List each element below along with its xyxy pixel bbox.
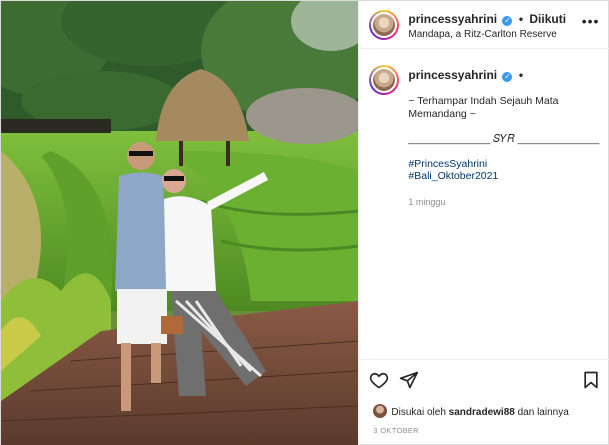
separator-dot: • <box>518 68 524 82</box>
likes-summary: Disukai oleh sandradewi88 dan lainnya <box>373 404 569 418</box>
heart-icon[interactable] <box>369 370 389 390</box>
post-photo[interactable] <box>1 1 359 445</box>
location-link[interactable]: Mandapa, a Ritz-Carlton Reserve <box>408 29 556 40</box>
likes-suffix[interactable]: dan lainnya <box>515 407 569 418</box>
photo-illustration <box>1 1 359 445</box>
post-header: princessyahrini ✓ • Diikuti Mandapa, a R… <box>359 1 609 49</box>
header-username[interactable]: princessyahrini <box>408 12 497 26</box>
post-side-panel: princessyahrini ✓ • Diikuti Mandapa, a R… <box>358 1 609 445</box>
hashtag-link[interactable]: #Bali_Oktober2021 <box>408 170 598 183</box>
caption-text: ~ Terhampar Indah Sejauh Mata Memandang … <box>408 95 600 183</box>
action-bar: Disukai oleh sandradewi88 dan lainnya 3 … <box>359 359 609 445</box>
liker-username[interactable]: sandradewi88 <box>449 407 515 418</box>
caption-time-ago[interactable]: 1 minggu <box>408 197 445 207</box>
caption-line: Memandang ~ <box>408 107 476 120</box>
hashtag-link[interactable]: #PrincesSyahrini <box>408 158 598 171</box>
caption-line <box>408 120 598 133</box>
caption-username-row: princessyahrini ✓ • <box>408 68 526 82</box>
liker-avatar[interactable] <box>373 404 388 418</box>
caption-line: ______________ 𝑆𝑌𝑅 ______________ <box>408 132 600 145</box>
verified-badge-icon: ✓ <box>502 16 513 26</box>
header-username-row: princessyahrini ✓ • Diikuti <box>408 12 566 26</box>
likes-prefix: Disukai oleh <box>391 407 449 418</box>
follow-status-button[interactable]: Diikuti <box>529 12 566 26</box>
separator-dot: • <box>518 12 524 26</box>
caption-username[interactable]: princessyahrini <box>408 68 497 82</box>
caption-line <box>408 145 598 158</box>
caption-line: ~ Terhampar Indah Sejauh Mata <box>408 95 559 107</box>
ellipsis-icon[interactable]: ••• <box>582 13 600 29</box>
instagram-post: princessyahrini ✓ • Diikuti Mandapa, a R… <box>0 0 609 445</box>
paper-plane-icon[interactable] <box>399 370 419 390</box>
caption-avatar[interactable] <box>369 65 400 95</box>
profile-avatar[interactable] <box>369 10 400 40</box>
post-date[interactable]: 3 OKTOBER <box>373 426 419 435</box>
verified-badge-icon: ✓ <box>502 72 513 82</box>
bookmark-icon[interactable] <box>581 370 601 390</box>
